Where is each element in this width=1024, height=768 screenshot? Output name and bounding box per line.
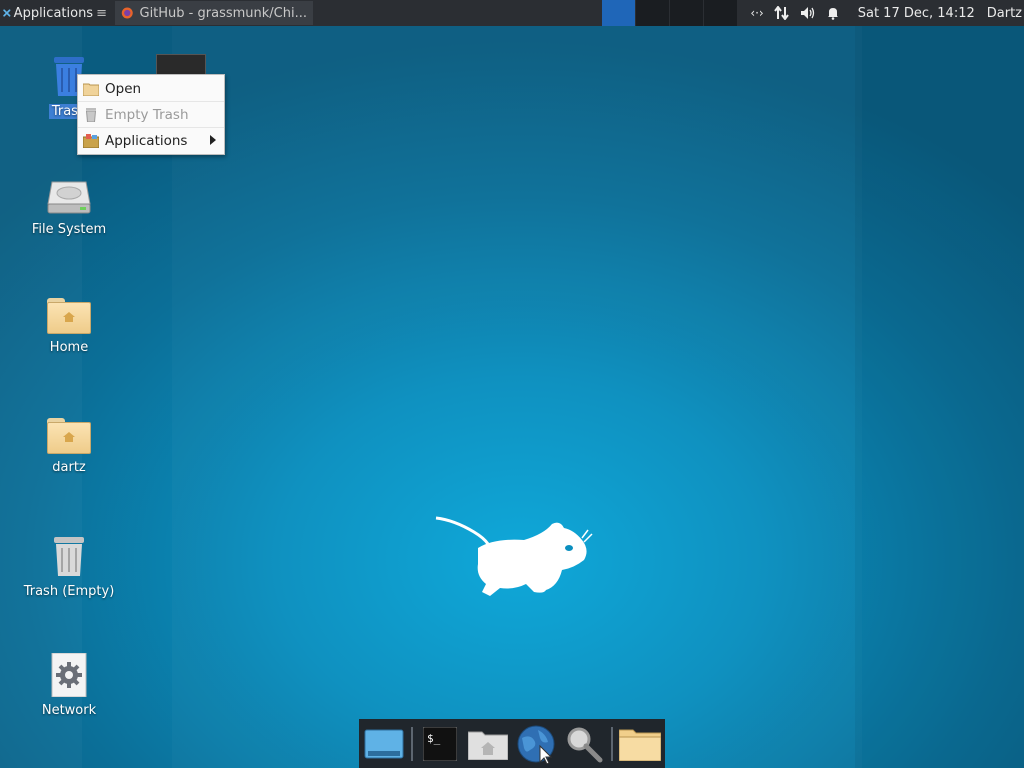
task-title: GitHub - grassmunk/Chi... — [139, 5, 308, 21]
menu-item-label: Open — [105, 80, 142, 97]
applications-label: Applications — [13, 5, 94, 21]
home-folder-icon — [47, 418, 91, 454]
firefox-icon — [121, 7, 133, 19]
home-folder-icon — [468, 731, 508, 760]
menu-item-label: Empty Trash — [105, 106, 189, 123]
gear-icon — [51, 653, 87, 697]
terminal-icon: $_ — [423, 726, 457, 761]
menu-item-label: Applications — [105, 132, 188, 149]
show-desktop-button[interactable] — [363, 723, 405, 765]
menu-item-empty-trash[interactable]: Empty Trash — [78, 102, 224, 128]
menu-glyph: ≡ — [96, 5, 107, 21]
file-manager-home-button[interactable] — [467, 723, 509, 765]
dock: $_ — [359, 719, 665, 768]
clock[interactable]: Sat 17 Dec, 14:12 — [858, 6, 975, 21]
background-band — [855, 26, 1024, 768]
desktop-icon-label: Network — [41, 703, 97, 718]
workspace-2[interactable] — [636, 0, 669, 26]
search-button[interactable] — [563, 723, 605, 765]
desktop-icon-dartz[interactable]: dartz — [14, 418, 124, 475]
home-folder-icon — [47, 298, 91, 334]
show-desktop-icon — [364, 729, 404, 758]
workspace-4[interactable] — [704, 0, 737, 26]
submenu-arrow-icon — [210, 135, 216, 145]
workspace-1[interactable] — [602, 0, 635, 26]
hard-drive-icon — [47, 181, 91, 214]
magnifier-icon — [567, 727, 603, 762]
xfce-mouse-logo — [435, 516, 593, 596]
desktop-icon-file-system[interactable]: File System — [14, 178, 124, 237]
terminal-button[interactable]: $_ — [419, 723, 461, 765]
dock-separator — [611, 726, 613, 761]
menu-item-open[interactable]: Open — [78, 76, 224, 102]
desktop-icon-label: Home — [49, 340, 89, 355]
background-band — [172, 26, 862, 768]
folder-icon — [619, 729, 661, 761]
xfce-logo-icon — [3, 9, 11, 17]
top-panel: Applications ≡ GitHub - grassmunk/Chi...… — [0, 0, 1024, 26]
network-icon[interactable] — [773, 6, 790, 20]
globe-icon — [517, 725, 555, 764]
desktop-icon-label: File System — [31, 222, 107, 237]
applications-menu-button[interactable]: Applications ≡ — [0, 0, 111, 26]
folder-button[interactable] — [619, 723, 661, 765]
system-tray: ‹·› Sat 17 Dec, 14:12 Dartz — [750, 0, 1024, 26]
trash-icon — [85, 107, 97, 122]
desktop-context-menu: Open Empty Trash Applications — [77, 74, 225, 155]
workspace-3[interactable] — [670, 0, 703, 26]
notification-bell-icon[interactable] — [826, 6, 840, 20]
desktop-icon-trash-empty[interactable]: Trash (Empty) — [14, 534, 124, 599]
volume-icon[interactable] — [800, 6, 816, 20]
desktop-icon-label: Trash (Empty) — [23, 584, 115, 599]
desktop-icon-label: dartz — [52, 460, 86, 475]
web-browser-button[interactable] — [515, 723, 557, 765]
keyboard-layout-icon[interactable]: ‹·› — [750, 6, 763, 20]
folder-icon — [83, 83, 99, 96]
svg-text:$_: $_ — [427, 732, 441, 745]
menu-item-applications[interactable]: Applications — [78, 128, 224, 153]
dock-separator — [411, 726, 413, 761]
desktop-icon-home[interactable]: Home — [14, 298, 124, 355]
trash-empty-icon — [54, 537, 84, 576]
user-name[interactable]: Dartz — [987, 6, 1022, 21]
taskbar-window-button[interactable]: GitHub - grassmunk/Chi... — [115, 1, 313, 25]
applications-folder-icon — [83, 133, 99, 148]
desktop-icon-network[interactable]: Network — [14, 653, 124, 718]
